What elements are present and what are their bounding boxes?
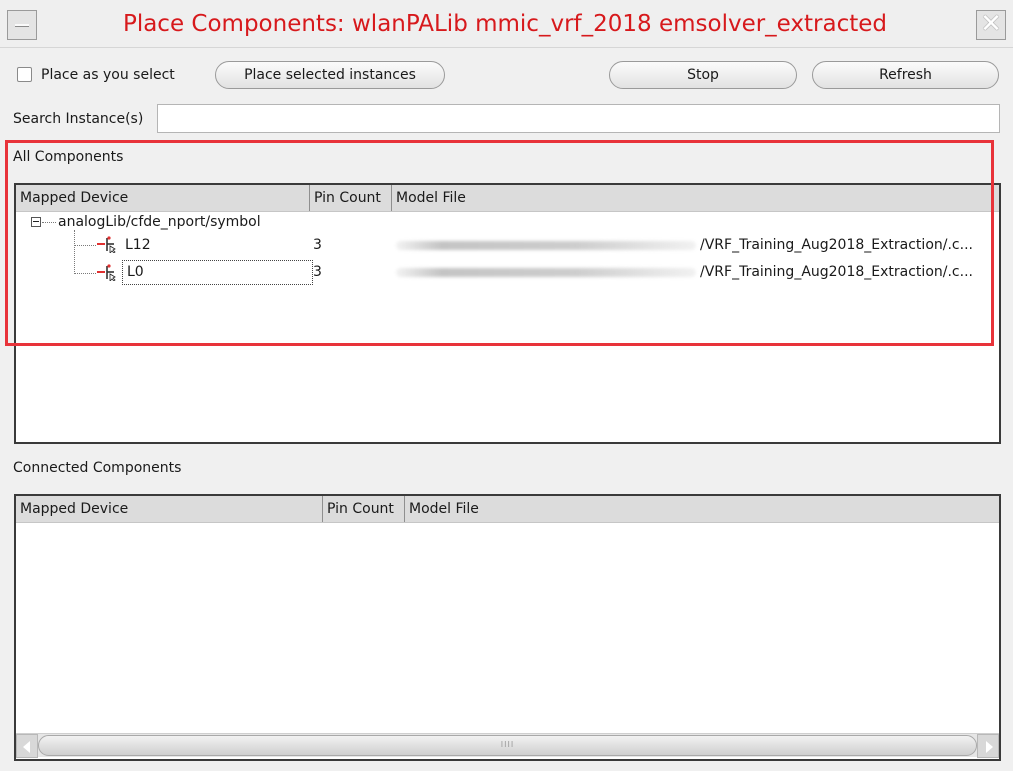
place-selected-instances-button[interactable]: Place selected instances: [215, 61, 445, 89]
window-menu-button[interactable]: [7, 10, 37, 40]
scroll-left-icon[interactable]: [16, 734, 38, 758]
scroll-right-icon[interactable]: [977, 734, 999, 758]
search-instances-input[interactable]: [157, 104, 1000, 133]
connected-components-header: Mapped Device Pin Count Model File: [16, 496, 999, 523]
scrollbar-grip: IIII: [500, 740, 515, 749]
column-header-mapped-device[interactable]: Mapped Device: [16, 496, 326, 522]
search-instances-label: Search Instance(s): [13, 111, 144, 127]
refresh-button[interactable]: Refresh: [812, 61, 999, 89]
close-icon[interactable]: ✕: [976, 10, 1006, 40]
highlight-annotation: [5, 140, 994, 346]
place-as-you-select-checkbox[interactable]: [17, 67, 32, 82]
horizontal-scrollbar[interactable]: IIII: [16, 733, 999, 758]
connected-components-table: Mapped Device Pin Count Model File: [14, 494, 1001, 761]
window-title: Place Components: wlanPALib mmic_vrf_201…: [122, 11, 888, 37]
column-header-model-file[interactable]: Model File: [404, 496, 999, 522]
place-as-you-select-label: Place as you select: [41, 67, 175, 83]
connected-components-title: Connected Components: [13, 460, 182, 476]
column-header-pin-count[interactable]: Pin Count: [322, 496, 409, 522]
scrollbar-thumb[interactable]: IIII: [38, 735, 977, 756]
stop-button[interactable]: Stop: [609, 61, 797, 89]
